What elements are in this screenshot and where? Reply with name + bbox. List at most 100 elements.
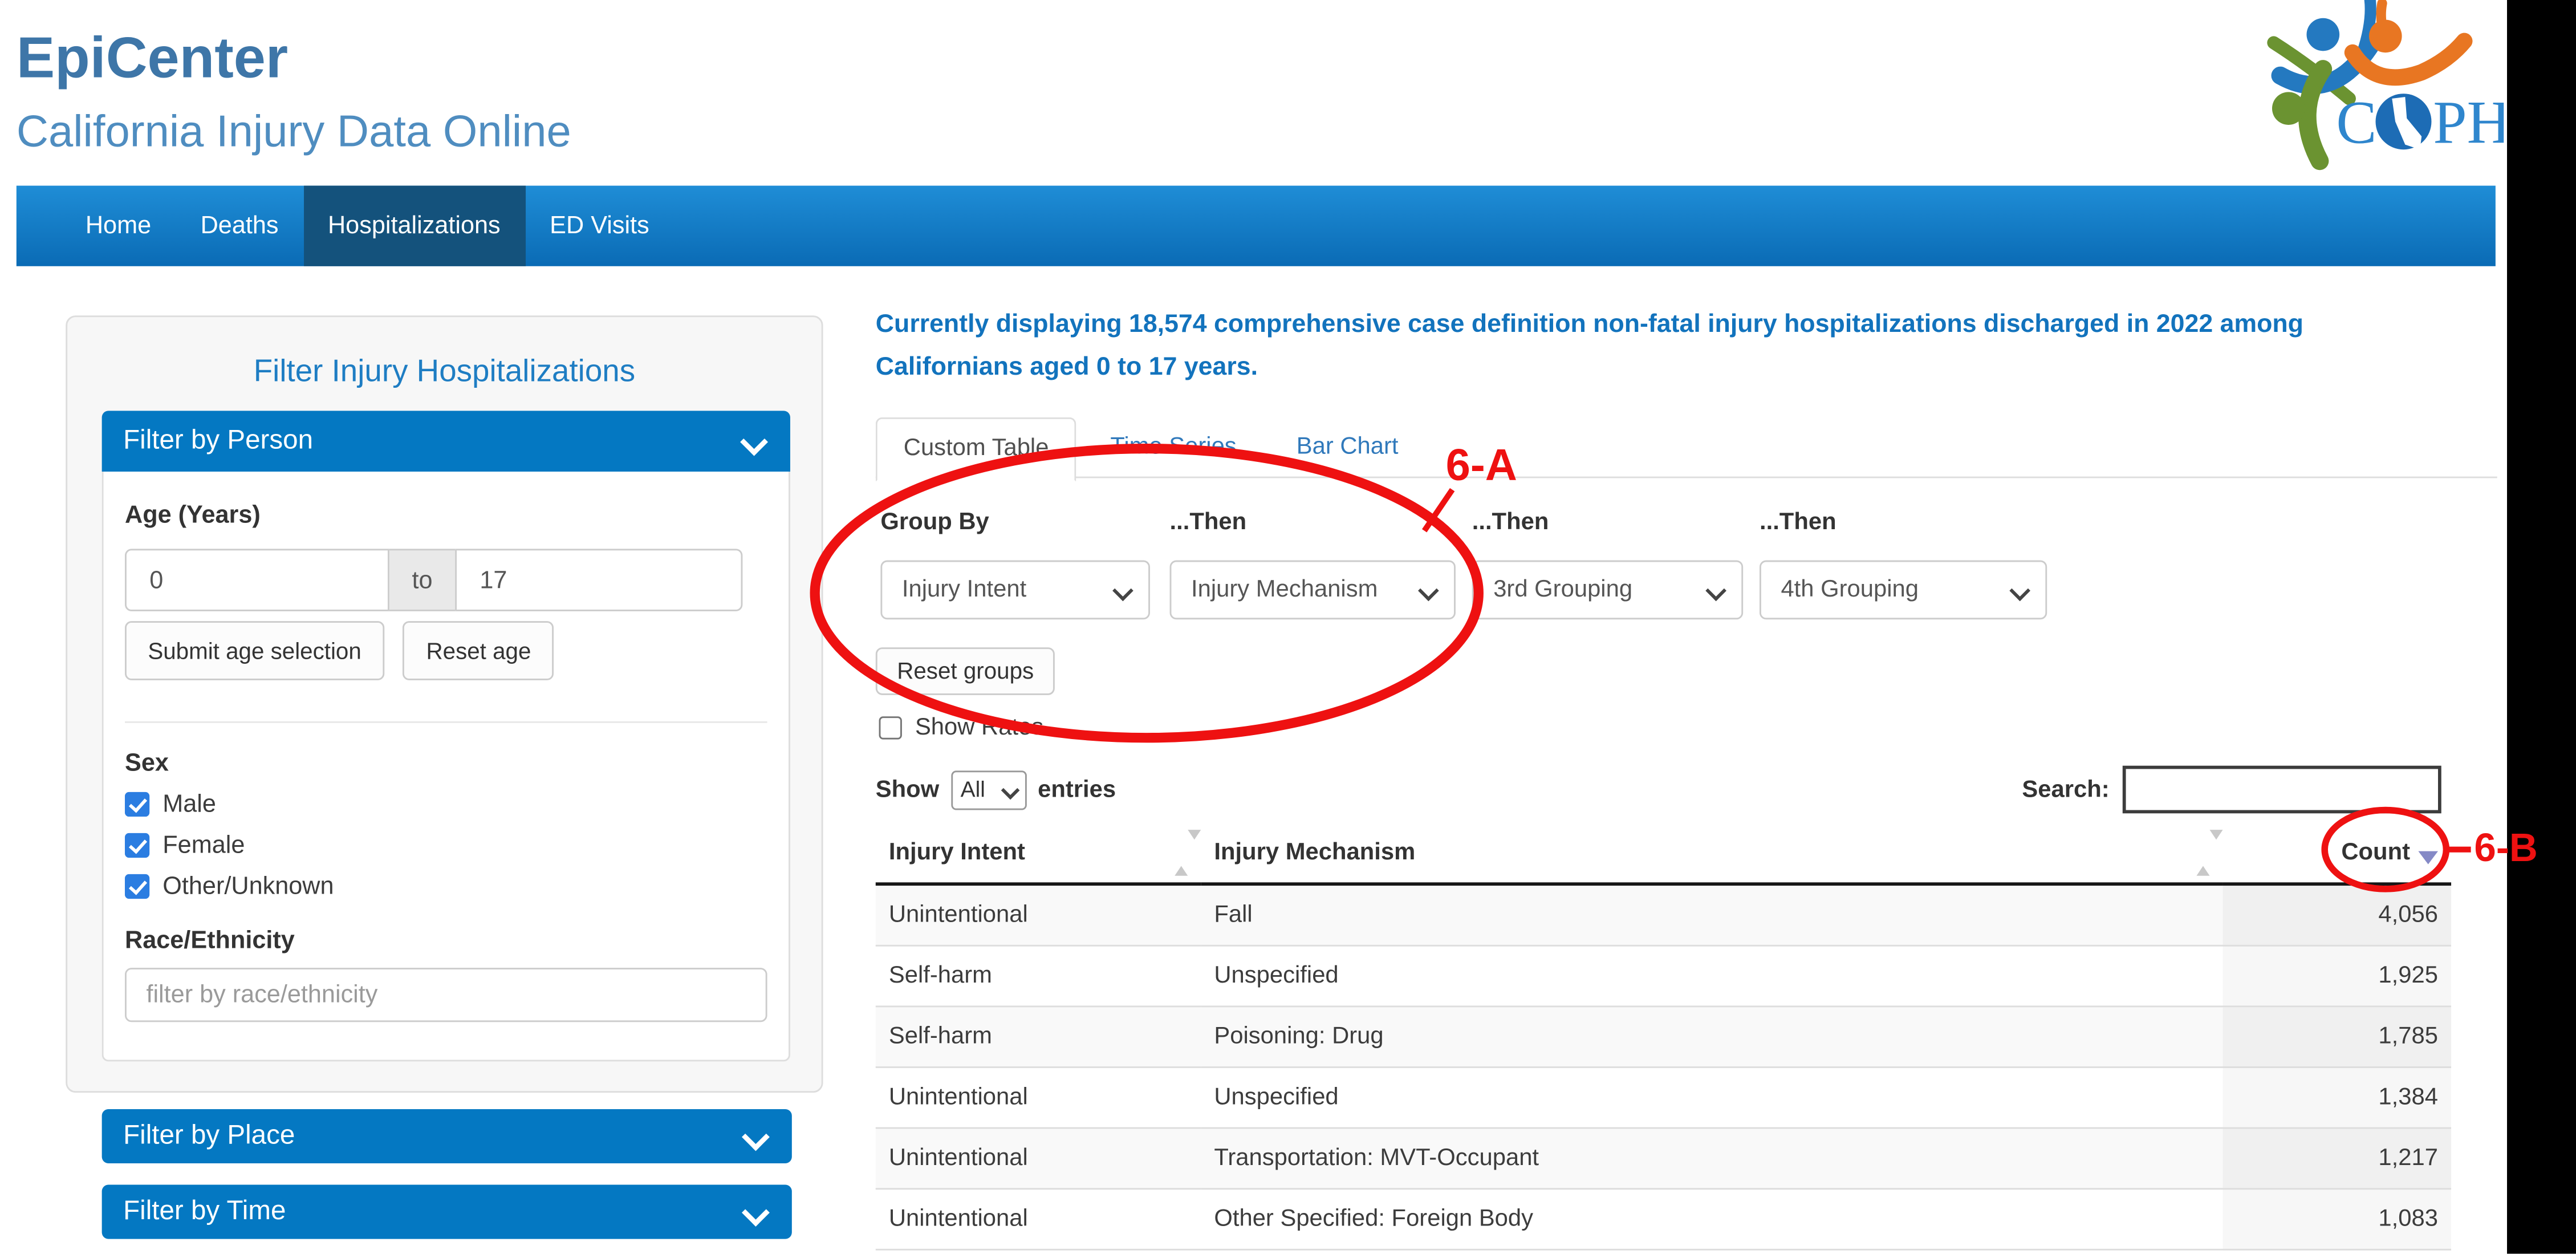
nav-item-hospitalizations[interactable]: Hospitalizations bbox=[303, 186, 525, 266]
logo-orange-head bbox=[2369, 20, 2402, 53]
table-cell: 4,056 bbox=[2223, 884, 2452, 945]
main-navbar: Home Deaths Hospitalizations ED Visits bbox=[17, 186, 2496, 266]
nav-item-ed-visits[interactable]: ED Visits bbox=[525, 186, 674, 266]
chevron-down-icon bbox=[1418, 581, 1439, 602]
table-cell: Unintentional bbox=[876, 884, 1201, 945]
app-subtitle: California Injury Data Online bbox=[17, 107, 571, 157]
age-to-input[interactable] bbox=[455, 549, 742, 611]
app-title: EpiCenter bbox=[17, 26, 288, 92]
female-checkbox[interactable] bbox=[125, 833, 149, 858]
show-rates-label: Show Rates bbox=[915, 715, 1043, 741]
fourth-grouping-select[interactable]: 4th Grouping bbox=[1760, 561, 2047, 620]
male-label: Male bbox=[162, 790, 216, 818]
then-label-2: ...Then bbox=[1472, 509, 1549, 535]
age-from-input[interactable] bbox=[125, 549, 389, 611]
table-cell: 1,785 bbox=[2223, 1007, 2452, 1068]
column-header-injury-mechanism[interactable]: Injury Mechanism bbox=[1201, 822, 2222, 884]
chevron-down-icon bbox=[742, 1123, 770, 1151]
age-range-group: to bbox=[125, 549, 767, 611]
sort-desc-icon bbox=[2418, 850, 2438, 863]
reset-age-button[interactable]: Reset age bbox=[403, 621, 554, 680]
sort-icon[interactable] bbox=[2196, 839, 2209, 866]
submit-age-button[interactable]: Submit age selection bbox=[125, 621, 384, 680]
other-unknown-checkbox[interactable] bbox=[125, 874, 149, 899]
summary-text: Currently displaying 18,574 comprehensiv… bbox=[876, 304, 2303, 389]
filter-panel: Filter Injury Hospitalizations Filter by… bbox=[66, 315, 823, 1093]
age-label: Age (Years) bbox=[125, 501, 767, 529]
check-icon bbox=[129, 834, 147, 853]
table-cell: Other Specified: Foreign Body bbox=[1201, 1189, 2222, 1250]
sort-icon[interactable] bbox=[1175, 839, 1188, 866]
group-by-select[interactable]: Injury Intent bbox=[880, 561, 1150, 620]
logo-green-head bbox=[2272, 92, 2305, 125]
show-rates-checkbox[interactable] bbox=[879, 716, 902, 739]
chevron-down-icon bbox=[1705, 581, 1726, 602]
search-input[interactable] bbox=[2123, 766, 2441, 814]
show-rates-row: Show Rates bbox=[879, 715, 1044, 741]
male-checkbox[interactable] bbox=[125, 792, 149, 817]
tab-time-series[interactable]: Time Series bbox=[1084, 417, 1263, 478]
tab-bar-chart[interactable]: Bar Chart bbox=[1270, 417, 1425, 478]
table-row: Self-harmUnspecified1,925 bbox=[876, 945, 2451, 1007]
table-row: UnintentionalTransportation: MVT-Occupan… bbox=[876, 1128, 2451, 1189]
annotation-leader-line-6a bbox=[1424, 490, 1452, 531]
column-header-injury-intent[interactable]: Injury Intent bbox=[876, 822, 1201, 884]
cdph-logo: C PH bbox=[2264, 0, 2504, 177]
second-grouping-select[interactable]: Injury Mechanism bbox=[1170, 561, 1456, 620]
check-icon bbox=[129, 793, 147, 812]
table-cell: Fall bbox=[1201, 884, 2222, 945]
third-grouping-select[interactable]: 3rd Grouping bbox=[1472, 561, 1743, 620]
table-row: UnintentionalUnspecified1,384 bbox=[876, 1067, 2451, 1128]
chevron-down-icon bbox=[2009, 581, 2030, 602]
table-cell: Unspecified bbox=[1201, 1067, 2222, 1128]
table-row: UnintentionalFall4,056 bbox=[876, 884, 2451, 945]
then-label-1: ...Then bbox=[1170, 509, 1247, 535]
reset-groups-button[interactable]: Reset groups bbox=[876, 647, 1055, 695]
sex-label: Sex bbox=[125, 749, 767, 777]
filter-by-time-label: Filter by Time bbox=[123, 1196, 286, 1226]
page-size-select[interactable]: All bbox=[950, 770, 1026, 810]
filter-by-person-label: Filter by Person bbox=[123, 425, 313, 455]
checkbox-row-male: Male bbox=[125, 790, 767, 818]
filter-by-person-body: Age (Years) to Submit age selection Rese… bbox=[102, 472, 790, 1061]
annotation-label-6b: 6-B bbox=[2474, 826, 2537, 872]
filter-by-person-header[interactable]: Filter by Person bbox=[102, 411, 790, 472]
then-label-3: ...Then bbox=[1760, 509, 1836, 535]
table-body: UnintentionalFall4,056Self-harmUnspecifi… bbox=[876, 884, 2451, 1249]
table-cell: 1,925 bbox=[2223, 945, 2452, 1007]
show-entries-control: Show All entries bbox=[876, 770, 1116, 810]
divider bbox=[125, 721, 767, 723]
race-ethnicity-input[interactable] bbox=[125, 968, 767, 1022]
chevron-down-icon bbox=[740, 428, 768, 456]
chevron-down-icon bbox=[1112, 581, 1133, 602]
table-cell: Unintentional bbox=[876, 1189, 1201, 1250]
screenshot-black-edge bbox=[2507, 0, 2576, 1254]
race-ethnicity-label: Race/Ethnicity bbox=[125, 927, 767, 955]
table-cell: Unspecified bbox=[1201, 945, 2222, 1007]
nav-item-deaths[interactable]: Deaths bbox=[176, 186, 303, 266]
other-unknown-label: Other/Unknown bbox=[162, 872, 334, 900]
annotation-label-6a: 6-A bbox=[1446, 440, 1517, 491]
filter-by-place-header[interactable]: Filter by Place bbox=[102, 1109, 792, 1163]
page: EpiCenter California Injury Data Online … bbox=[0, 0, 2576, 1254]
summary-line-2: Californians aged 0 to 17 years. bbox=[876, 347, 2303, 389]
filter-by-person-panel: Filter by Person Age (Years) to Submit a… bbox=[102, 411, 790, 1061]
checkbox-row-female: Female bbox=[125, 831, 767, 859]
logo-blue-arm bbox=[2362, 0, 2370, 52]
logo-blue-head bbox=[2306, 18, 2339, 51]
search-control: Search: bbox=[2022, 766, 2441, 814]
logo-green-body bbox=[2307, 69, 2323, 161]
filter-by-time-header[interactable]: Filter by Time bbox=[102, 1184, 792, 1239]
table-row: Self-harmPoisoning: Drug1,785 bbox=[876, 1007, 2451, 1068]
column-header-count[interactable]: Count bbox=[2223, 822, 2452, 884]
entries-label: entries bbox=[1038, 777, 1116, 803]
logo-letters-ph: PH bbox=[2433, 90, 2504, 157]
tab-custom-table[interactable]: Custom Table bbox=[876, 417, 1077, 481]
table-cell: Unintentional bbox=[876, 1128, 1201, 1189]
nav-item-home[interactable]: Home bbox=[61, 186, 176, 266]
table-cell: 1,384 bbox=[2223, 1067, 2452, 1128]
checkbox-row-other: Other/Unknown bbox=[125, 872, 767, 900]
chevron-down-icon bbox=[742, 1199, 770, 1227]
table-row: UnintentionalOther Specified: Foreign Bo… bbox=[876, 1189, 2451, 1250]
age-to-label: to bbox=[389, 549, 455, 611]
